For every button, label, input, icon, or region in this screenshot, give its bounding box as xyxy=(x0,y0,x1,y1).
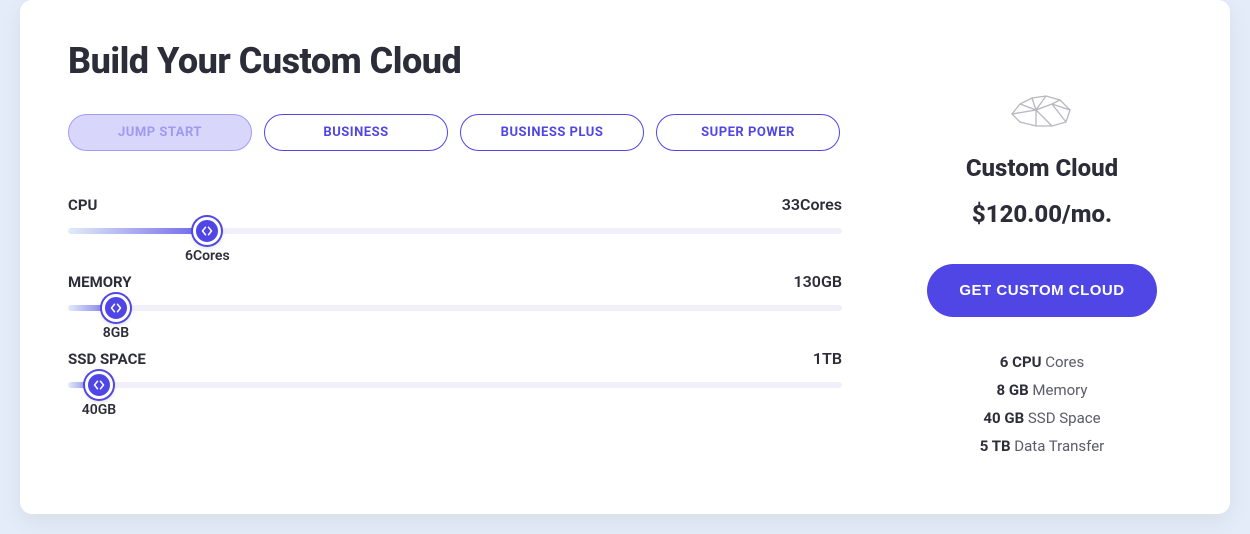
drag-icon xyxy=(93,379,105,391)
plan-name: Custom Cloud xyxy=(902,154,1182,182)
cloud-poly-icon xyxy=(1006,92,1078,136)
memory-label: MEMORY xyxy=(68,273,132,291)
tab-business[interactable]: BUSINESS xyxy=(264,114,448,151)
config-panel: Build Your Custom Cloud JUMP START BUSIN… xyxy=(68,40,842,470)
spec-list: 6 CPU Cores 8 GB Memory 40 GB SSD Space … xyxy=(902,353,1182,455)
ssd-label: SSD SPACE xyxy=(68,350,146,368)
spec-memory: 8 GB Memory xyxy=(902,381,1182,399)
get-custom-cloud-button[interactable]: GET CUSTOM CLOUD xyxy=(927,264,1156,317)
cpu-slider-block: CPU 33Cores 6Cores xyxy=(68,195,842,234)
ssd-slider-handle[interactable] xyxy=(85,371,113,399)
drag-icon xyxy=(110,302,122,314)
ssd-value: 40GB xyxy=(82,402,116,418)
cpu-value: 6Cores xyxy=(185,248,230,264)
ssd-max: 1TB xyxy=(813,349,842,368)
cpu-label: CPU xyxy=(68,196,97,214)
tab-jump-start[interactable]: JUMP START xyxy=(68,114,252,151)
spec-cpu: 6 CPU Cores xyxy=(902,353,1182,371)
summary-panel: Custom Cloud $120.00/mo. GET CUSTOM CLOU… xyxy=(902,40,1182,470)
plan-tabs: JUMP START BUSINESS BUSINESS PLUS SUPER … xyxy=(68,114,842,151)
cpu-slider-handle[interactable] xyxy=(193,217,221,245)
memory-slider-handle[interactable] xyxy=(102,294,130,322)
tab-business-plus[interactable]: BUSINESS PLUS xyxy=(460,114,644,151)
drag-icon xyxy=(201,225,213,237)
tab-super-power[interactable]: SUPER POWER xyxy=(656,114,840,151)
pricing-builder-card: Build Your Custom Cloud JUMP START BUSIN… xyxy=(20,0,1230,514)
memory-value: 8GB xyxy=(103,325,129,341)
memory-slider[interactable]: 8GB xyxy=(68,305,842,311)
plan-price: $120.00/mo. xyxy=(902,200,1182,228)
cpu-slider[interactable]: 6Cores xyxy=(68,228,842,234)
spec-ssd: 40 GB SSD Space xyxy=(902,409,1182,427)
ssd-slider-block: SSD SPACE 1TB 40GB xyxy=(68,349,842,388)
ssd-slider[interactable]: 40GB xyxy=(68,382,842,388)
memory-slider-block: MEMORY 130GB 8GB xyxy=(68,272,842,311)
spec-transfer: 5 TB Data Transfer xyxy=(902,437,1182,455)
cpu-max: 33Cores xyxy=(782,195,842,214)
page-title: Build Your Custom Cloud xyxy=(68,40,842,82)
memory-max: 130GB xyxy=(794,272,842,291)
